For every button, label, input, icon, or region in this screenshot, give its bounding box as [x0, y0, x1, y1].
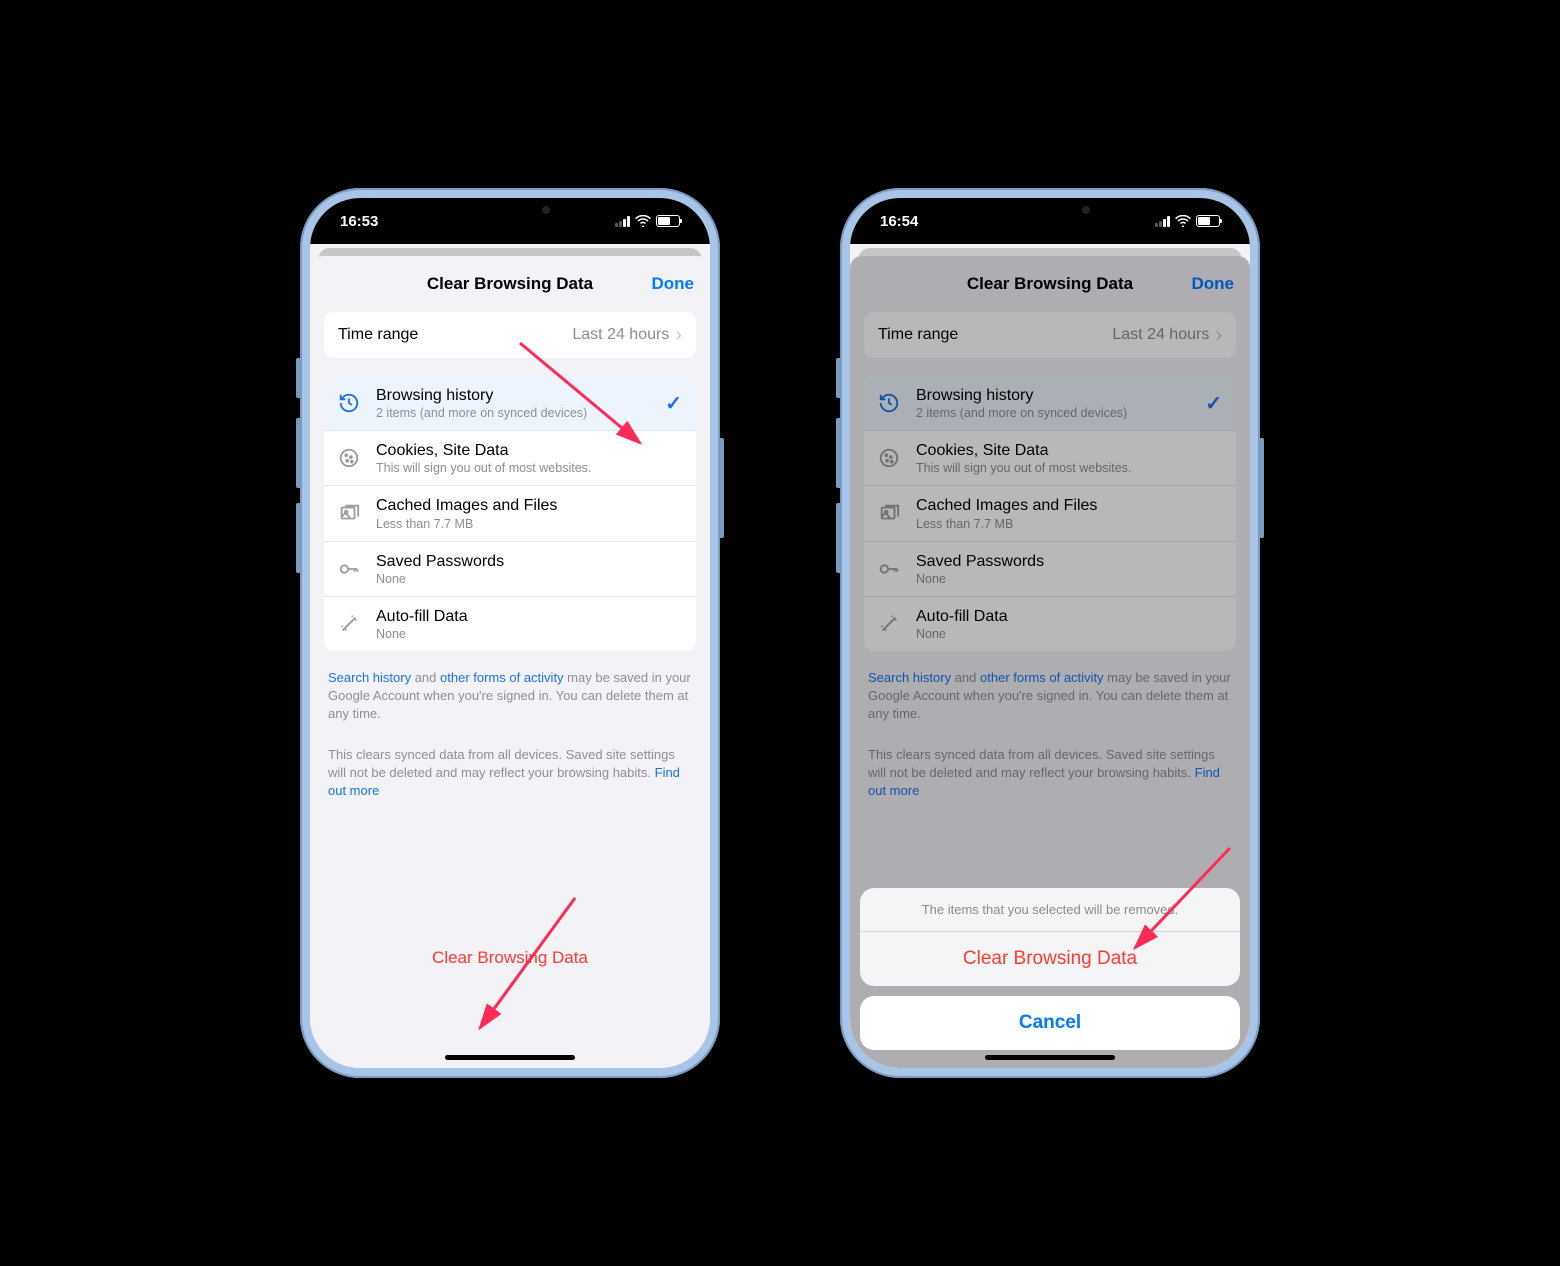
- cellular-icon: [615, 216, 630, 227]
- item-subtitle: 2 items (and more on synced devices): [376, 406, 665, 420]
- cookie-icon: [336, 445, 362, 471]
- item-cached-images[interactable]: Cached Images and Files Less than 7.7 MB: [324, 486, 696, 541]
- status-indicators: [615, 215, 680, 227]
- item-title: Browsing history: [376, 386, 665, 405]
- action-sheet-message: The items that you selected will be remo…: [860, 888, 1240, 932]
- time-range-label: Time range: [338, 326, 418, 344]
- battery-icon: [656, 215, 680, 227]
- item-saved-passwords[interactable]: Saved Passwords None: [324, 542, 696, 597]
- done-button[interactable]: Done: [652, 274, 695, 294]
- search-history-link[interactable]: Search history: [328, 670, 411, 685]
- cellular-icon: [1155, 216, 1170, 227]
- wifi-icon: [1175, 215, 1191, 227]
- item-subtitle: Less than 7.7 MB: [376, 517, 682, 531]
- key-icon: [336, 556, 362, 582]
- notch: [975, 198, 1125, 226]
- action-sheet: The items that you selected will be remo…: [860, 888, 1240, 1050]
- item-autofill[interactable]: Auto-fill Data None: [324, 597, 696, 651]
- item-subtitle: None: [376, 627, 682, 641]
- phone-mockup-left: 16:53 Clear Browsing Data Done Time rang…: [300, 188, 720, 1078]
- time-range-row[interactable]: Time range Last 24 hours ›: [324, 312, 696, 358]
- action-sheet-clear-button[interactable]: Clear Browsing Data: [860, 932, 1240, 986]
- time-range-value: Last 24 hours: [572, 326, 669, 344]
- image-stack-icon: [336, 500, 362, 526]
- home-indicator[interactable]: [445, 1055, 575, 1060]
- item-title: Cookies, Site Data: [376, 441, 682, 460]
- clear-browsing-data-button[interactable]: Clear Browsing Data: [324, 920, 696, 978]
- battery-icon: [1196, 215, 1220, 227]
- footnote-sync: This clears synced data from all devices…: [324, 746, 696, 801]
- status-time: 16:54: [880, 213, 918, 230]
- status-indicators: [1155, 215, 1220, 227]
- home-indicator[interactable]: [985, 1055, 1115, 1060]
- item-subtitle: None: [376, 572, 682, 586]
- data-types-list: Browsing history 2 items (and more on sy…: [324, 376, 696, 651]
- page-title: Clear Browsing Data: [427, 274, 593, 294]
- history-icon: [336, 390, 362, 416]
- item-subtitle: This will sign you out of most websites.: [376, 461, 682, 475]
- wand-icon: [336, 611, 362, 637]
- notch: [435, 198, 585, 226]
- wifi-icon: [635, 215, 651, 227]
- other-activity-link[interactable]: other forms of activity: [440, 670, 564, 685]
- item-title: Cached Images and Files: [376, 496, 682, 515]
- action-sheet-cancel-button[interactable]: Cancel: [860, 996, 1240, 1050]
- item-title: Saved Passwords: [376, 552, 682, 571]
- chevron-right-icon: ›: [675, 325, 682, 345]
- footnote-activity: Search history and other forms of activi…: [324, 669, 696, 724]
- item-browsing-history[interactable]: Browsing history 2 items (and more on sy…: [324, 376, 696, 431]
- checkmark-icon: ✓: [665, 391, 682, 416]
- phone-mockup-right: 16:54 Clear Browsing Data Done Time rang…: [840, 188, 1260, 1078]
- item-cookies[interactable]: Cookies, Site Data This will sign you ou…: [324, 431, 696, 486]
- item-title: Auto-fill Data: [376, 607, 682, 626]
- status-time: 16:53: [340, 213, 378, 230]
- sheet-header: Clear Browsing Data Done: [310, 256, 710, 312]
